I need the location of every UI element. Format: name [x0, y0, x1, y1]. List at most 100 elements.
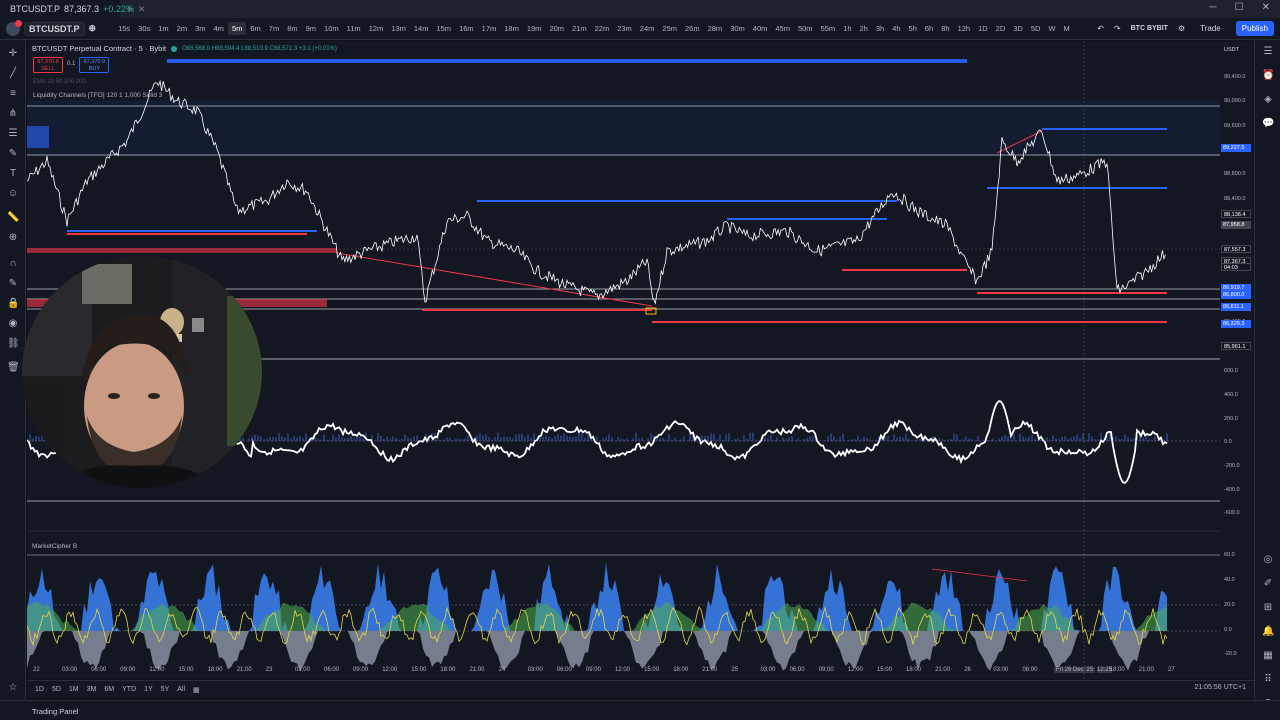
range-YTD[interactable]: YTD [122, 686, 136, 693]
interval-7m[interactable]: 7m [265, 22, 283, 35]
trade-button[interactable]: Trade [1195, 22, 1226, 35]
interval-55m[interactable]: 55m [817, 22, 840, 35]
ema-indicator-label[interactable]: EMA 20 50 100 200 [33, 79, 86, 85]
interval-26m[interactable]: 26m [681, 22, 704, 35]
interval-14m[interactable]: 14m [410, 22, 433, 35]
horizontal-lines-icon[interactable]: ≡ [7, 88, 19, 100]
interval-28m[interactable]: 28m [704, 22, 727, 35]
liquidity-channels-label[interactable]: Liquidity Channels [TFO] 120 1 1,000 Sol… [33, 92, 162, 99]
interval-13m[interactable]: 13m [387, 22, 410, 35]
close-tab-icon[interactable]: ✕ [138, 4, 146, 15]
text-icon[interactable]: T [7, 168, 19, 180]
interval-2h[interactable]: 2h [856, 22, 872, 35]
trendline-icon[interactable]: ╱ [7, 68, 19, 80]
range-5Y[interactable]: 5Y [161, 686, 170, 693]
chat-icon[interactable]: 💬 [1262, 118, 1274, 130]
range-All[interactable]: All [177, 686, 185, 693]
plus-icon[interactable]: + [126, 2, 133, 16]
range-3M[interactable]: 3M [87, 686, 97, 693]
close-window-icon[interactable]: ✕ [1262, 2, 1270, 13]
interval-30s[interactable]: 30s [134, 22, 154, 35]
add-symbol-icon[interactable]: ⊕ [89, 23, 97, 34]
sell-button[interactable]: 87,370.8 SELL [33, 57, 63, 73]
range-1Y[interactable]: 1Y [144, 686, 153, 693]
brush-icon[interactable]: ✎ [7, 148, 19, 160]
layers-icon[interactable]: ◈ [1262, 94, 1274, 106]
range-5D[interactable]: 5D [52, 686, 61, 693]
range-1D[interactable]: 1D [35, 686, 44, 693]
emoji-icon[interactable]: ☺ [7, 188, 19, 200]
undo-icon[interactable]: ↶ [1097, 24, 1104, 33]
interval-4m[interactable]: 4m [210, 22, 228, 35]
interval-19m[interactable]: 19m [523, 22, 546, 35]
interval-50m[interactable]: 50m [794, 22, 817, 35]
interval-12m[interactable]: 12m [365, 22, 388, 35]
target-icon[interactable]: ◎ [1262, 554, 1274, 566]
interval-3m[interactable]: 3m [191, 22, 209, 35]
interval-3D[interactable]: 3D [1009, 22, 1027, 35]
watchlist-icon[interactable]: ☰ [1262, 46, 1274, 58]
interval-10m[interactable]: 10m [320, 22, 343, 35]
interval-8m[interactable]: 8m [283, 22, 301, 35]
publish-button[interactable]: Publish [1235, 21, 1274, 36]
redo-icon[interactable]: ↷ [1114, 24, 1121, 33]
interval-2m[interactable]: 2m [173, 22, 191, 35]
layout-name[interactable]: BTC BYBIT [1131, 25, 1168, 32]
interval-W[interactable]: W [1044, 22, 1059, 35]
interval-1m[interactable]: 1m [154, 22, 172, 35]
maximize-icon[interactable]: ☐ [1235, 2, 1244, 13]
interval-20m[interactable]: 20m [545, 22, 568, 35]
time-axis[interactable]: 22 03:00 06:00 09:00 12:00 15:00 18:00 21:00 23 0… [27, 664, 1220, 678]
interval-45m[interactable]: 45m [771, 22, 794, 35]
interval-16m[interactable]: 16m [455, 22, 478, 35]
interval-18m[interactable]: 18m [500, 22, 523, 35]
interval-15s[interactable]: 15s [114, 22, 134, 35]
interval-24m[interactable]: 24m [636, 22, 659, 35]
alert-icon[interactable]: ⏰ [1262, 70, 1274, 82]
clock[interactable]: 21:05:56 UTC+1 [1194, 684, 1246, 691]
magnet-icon[interactable]: ∩ [7, 258, 19, 270]
trading-panel-tab[interactable]: Trading Panel [32, 707, 78, 716]
interval-12h[interactable]: 12h [954, 22, 975, 35]
trash-icon[interactable]: 🗑 [7, 362, 20, 374]
avatar[interactable] [6, 19, 22, 36]
pitchfork-icon[interactable]: ⋔ [7, 108, 19, 120]
ruler-icon[interactable]: 📏 [7, 212, 19, 224]
interval-17m[interactable]: 17m [478, 22, 501, 35]
interval-3h[interactable]: 3h [872, 22, 888, 35]
symbol-search[interactable]: BTCUSDT.P ⊕ [0, 19, 102, 36]
lock-icon[interactable]: 🔒 [7, 298, 19, 310]
interval-6m[interactable]: 6m [246, 22, 264, 35]
interval-23m[interactable]: 23m [613, 22, 636, 35]
symbol-input[interactable]: BTCUSDT.P [24, 21, 85, 36]
go-to-date-icon[interactable]: ▦ [193, 686, 200, 694]
calendar-icon[interactable]: ▦ [1262, 650, 1274, 662]
link-icon[interactable]: ⛓ [7, 338, 20, 350]
interval-M[interactable]: M [1060, 22, 1074, 35]
interval-25m[interactable]: 25m [658, 22, 681, 35]
interval-9m[interactable]: 9m [302, 22, 320, 35]
minimize-icon[interactable]: ─ [1210, 2, 1217, 13]
interval-5h[interactable]: 5h [905, 22, 921, 35]
lock-drawings-icon[interactable]: ✎ [7, 278, 19, 290]
interval-5D[interactable]: 5D [1027, 22, 1045, 35]
settings-icon[interactable]: ⚙ [1178, 24, 1185, 33]
buy-button[interactable]: 87,370.9 BUY [79, 57, 110, 73]
marketcipher-label[interactable]: MarketCipher B [32, 543, 77, 550]
eye-icon[interactable]: ◉ [7, 318, 19, 330]
range-6M[interactable]: 6M [104, 686, 114, 693]
currency-label[interactable]: USDT [1224, 47, 1239, 53]
interval-8h[interactable]: 8h [937, 22, 953, 35]
interval-30m[interactable]: 30m [726, 22, 749, 35]
interval-1h[interactable]: 1h [839, 22, 855, 35]
pen-icon[interactable]: ✐ [1262, 578, 1274, 590]
star-icon[interactable]: ☆ [7, 682, 19, 694]
legend-title[interactable]: BTCUSDT Perpetual Contract · 5 · Bybit [32, 44, 166, 53]
interval-6h[interactable]: 6h [921, 22, 937, 35]
cursor-icon[interactable]: ✛ [7, 48, 19, 60]
interval-40m[interactable]: 40m [749, 22, 772, 35]
zoom-icon[interactable]: ⊕ [7, 232, 19, 244]
interval-5m[interactable]: 5m [227, 22, 247, 35]
interval-2D[interactable]: 2D [992, 22, 1010, 35]
apps-icon[interactable]: ⠿ [1262, 674, 1274, 686]
